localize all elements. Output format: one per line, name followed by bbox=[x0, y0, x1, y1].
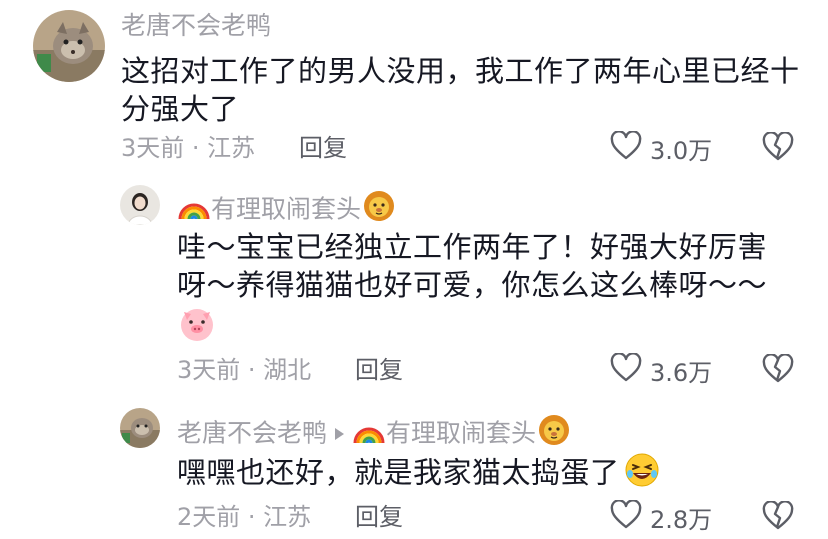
reply-button[interactable]: 回复 bbox=[355, 502, 403, 532]
comment-author: 老唐不会老鸭 有理取闹套头 bbox=[177, 414, 570, 453]
avatar[interactable] bbox=[33, 10, 105, 82]
lion-emoji bbox=[363, 190, 395, 229]
rainbow-emoji bbox=[352, 415, 386, 452]
reply-button[interactable]: 回复 bbox=[299, 133, 347, 163]
like-count: 3.6万 bbox=[650, 358, 713, 387]
dislike-button[interactable] bbox=[762, 500, 796, 535]
like-count: 3.0万 bbox=[650, 136, 713, 165]
comment-author[interactable]: 有理取闹套头 bbox=[177, 190, 395, 229]
comment-text-content: 嘿嘿也还好，就是我家猫太捣蛋了 bbox=[177, 455, 620, 490]
author-name[interactable]: 老唐不会老鸭 bbox=[121, 11, 271, 40]
avatar[interactable] bbox=[120, 408, 160, 448]
laughing-emoji bbox=[624, 452, 660, 497]
reply-button[interactable]: 回复 bbox=[355, 355, 403, 385]
comment-meta: 3天前 · 湖北 bbox=[177, 356, 312, 384]
comment-text: 嘿嘿也还好，就是我家猫太捣蛋了 bbox=[177, 452, 797, 497]
comment-text-content: 哇～宝宝已经独立工作两年了！好强大好厉害呀～养得猫猫也好可爱，你怎么这么棒呀～～ bbox=[177, 230, 768, 302]
comment-text: 这招对工作了的男人没用，我工作了两年心里已经十分强大了 bbox=[121, 54, 800, 126]
like-button[interactable]: 3.6万 bbox=[610, 352, 713, 387]
rainbow-emoji bbox=[177, 191, 211, 228]
dislike-button[interactable] bbox=[762, 353, 796, 388]
like-count: 2.8万 bbox=[650, 505, 713, 534]
pig-emoji bbox=[178, 306, 216, 346]
heart-icon bbox=[610, 352, 642, 387]
heart-icon bbox=[610, 130, 642, 165]
comment-text: 哇～宝宝已经独立工作两年了！好强大好厉害呀～养得猫猫也好可爱，你怎么这么棒呀～～ bbox=[177, 228, 787, 304]
comment-meta: 2天前 · 江苏 bbox=[177, 503, 312, 531]
dislike-button[interactable] bbox=[762, 131, 796, 166]
reply-arrow-icon bbox=[335, 427, 345, 440]
like-button[interactable]: 2.8万 bbox=[610, 499, 713, 534]
author-name[interactable]: 老唐不会老鸭 bbox=[177, 419, 327, 448]
avatar[interactable] bbox=[120, 185, 160, 225]
comment-author[interactable]: 老唐不会老鸭 bbox=[121, 10, 271, 41]
comment-meta: 3天前 · 江苏 bbox=[121, 134, 256, 162]
author-name[interactable]: 有理取闹套头 bbox=[211, 195, 361, 224]
like-button[interactable]: 3.0万 bbox=[610, 130, 713, 165]
broken-heart-icon bbox=[762, 353, 794, 383]
reply-to-name[interactable]: 有理取闹套头 bbox=[386, 419, 536, 448]
heart-icon bbox=[610, 499, 642, 534]
broken-heart-icon bbox=[762, 131, 794, 161]
broken-heart-icon bbox=[762, 500, 794, 530]
lion-emoji bbox=[538, 414, 570, 453]
